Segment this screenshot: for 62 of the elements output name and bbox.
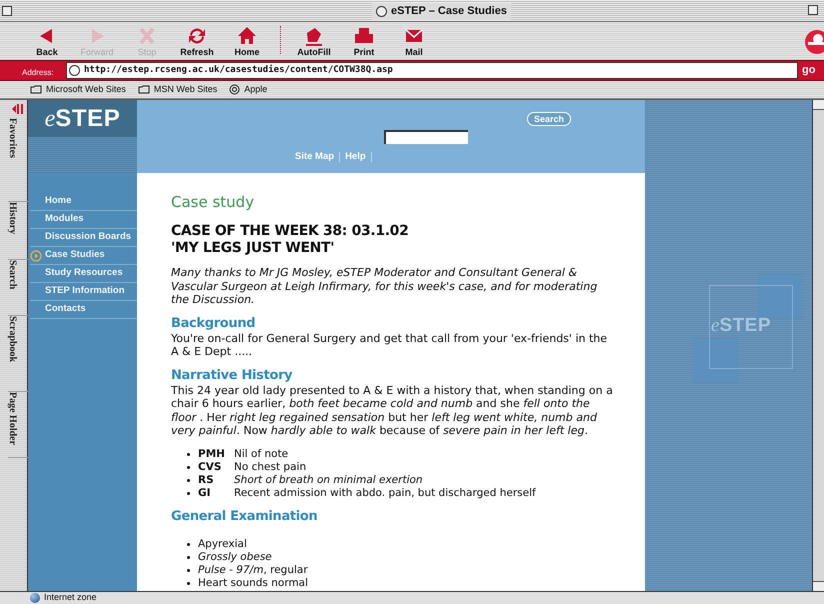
- favorites-link[interactable]: Apple: [229, 82, 268, 96]
- watermark-block: [693, 338, 738, 383]
- page-icon: [376, 6, 387, 17]
- bullet-icon: [187, 582, 190, 584]
- home-icon: [236, 25, 258, 47]
- favorites-link[interactable]: MSN Web Sites: [138, 82, 218, 96]
- status-text: Internet zone: [44, 591, 97, 604]
- list-term: RS: [198, 474, 215, 486]
- list-item-text: Recent admission with abdo. pain, but discharged herself: [234, 486, 536, 500]
- globe-icon: [229, 84, 240, 95]
- section-paragraph: This 24 year old lady presented to A & E with a history that, when standing on a chair 6 hours earlier, both feet became cold and numb and she fell onto the floor . Her right leg regained sensation but her left leg went white, numb and very painful. Now hardly able to walk because of severe pain in her left leg.: [171, 384, 613, 438]
- close-box[interactable]: [2, 6, 12, 16]
- site-logo: eSTEP: [44, 104, 120, 134]
- toolbar-button[interactable]: Back: [22, 25, 72, 57]
- watermark-logo: eSTEP: [711, 314, 771, 338]
- list-item-text: Nil of note: [234, 448, 288, 460]
- list-term: GI: [198, 486, 212, 500]
- window-title: eSTEP – Case Studies: [391, 4, 507, 19]
- list-item-text: Short of breath on minimal exertion: [234, 474, 423, 486]
- case-title: CASE OF THE WEEK 38: 03.1.02: [171, 223, 410, 240]
- bullet-icon: [187, 568, 190, 572]
- list-term: PMH: [198, 448, 226, 460]
- bullet-icon: [187, 492, 190, 494]
- zoom-box[interactable]: [808, 5, 818, 15]
- list-term: CVS: [198, 460, 222, 474]
- address-label: Address:: [22, 68, 54, 76]
- folder-icon: [138, 85, 150, 94]
- list-item-text: Pulse - 97/m, regular: [198, 564, 308, 576]
- list-item-text: Grossly obese: [198, 550, 272, 564]
- arrow-circle-icon: [30, 250, 42, 262]
- section-heading: General Examination: [171, 508, 318, 524]
- list-item-text: Apyrexial: [198, 538, 247, 550]
- toolbar-button[interactable]: Print: [339, 25, 389, 57]
- scrollbar[interactable]: [812, 100, 824, 591]
- toolbar-button[interactable]: Mail: [389, 25, 439, 57]
- list-item-text: No chest pain: [234, 460, 306, 474]
- toolbar-button[interactable]: Refresh: [172, 25, 222, 57]
- page-heading: Case study: [171, 193, 256, 211]
- toolbar-button[interactable]: Home: [222, 25, 272, 57]
- list-item-text: Heart sounds normal: [198, 576, 308, 590]
- link-divider: [339, 152, 340, 162]
- intro-paragraph: Many thanks to Mr JG Mosley, eSTEP Moderator and Consultant General & Vascular Surgeon at Leigh Infirmary, for this week's case, and for moderating the Discussion.: [171, 266, 598, 306]
- bullet-icon: [187, 542, 190, 546]
- case-title: 'MY LEGS JUST WENT': [171, 240, 336, 257]
- go-button[interactable]: go: [798, 62, 824, 79]
- address-field[interactable]: http://estep.rcseng.ac.uk/casestudies/content/COTW38Q.asp: [66, 62, 798, 79]
- section-heading: Background: [171, 316, 256, 332]
- globe-icon: [30, 593, 40, 603]
- favorites-link[interactable]: Microsoft Web Sites: [30, 82, 126, 96]
- section-heading: Narrative History: [171, 368, 294, 384]
- watermark-block: [758, 274, 803, 319]
- search-field[interactable]: [384, 130, 468, 144]
- bullet-icon: [187, 466, 190, 468]
- link-divider: [370, 152, 372, 162]
- page-icon: [69, 65, 80, 76]
- bullet-icon: [187, 478, 190, 482]
- toolbar-separator: [280, 26, 281, 54]
- folder-icon: [30, 85, 42, 94]
- bullet-icon: [187, 556, 190, 558]
- bullet-icon: [187, 452, 190, 456]
- toolbar-button[interactable]: AutoFill: [289, 25, 339, 57]
- section-paragraph: You're on-call for General Surgery and get that call from your 'ex-friends' in the A & E Dept .....: [171, 332, 608, 358]
